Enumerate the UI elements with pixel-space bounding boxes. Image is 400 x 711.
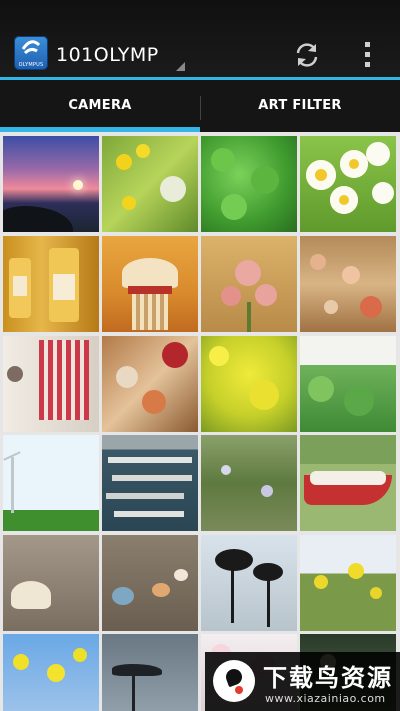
watermark-title: 下载鸟资源 bbox=[263, 664, 393, 692]
photo-thumbnail[interactable] bbox=[3, 634, 99, 711]
photo-thumbnail[interactable] bbox=[300, 435, 396, 531]
olympus-app-icon[interactable]: OLYMPUS bbox=[14, 36, 48, 70]
photo-thumbnail[interactable] bbox=[102, 535, 198, 631]
photo-thumbnail[interactable] bbox=[201, 236, 297, 332]
tab-divider bbox=[200, 96, 201, 120]
app-logo-text: OLYMPUS bbox=[18, 62, 44, 68]
photo-thumbnail[interactable] bbox=[3, 535, 99, 631]
photo-grid bbox=[0, 132, 400, 711]
photo-thumbnail[interactable] bbox=[102, 236, 198, 332]
photo-thumbnail[interactable] bbox=[3, 435, 99, 531]
refresh-icon[interactable] bbox=[292, 40, 322, 70]
photo-thumbnail[interactable] bbox=[300, 236, 396, 332]
photo-thumbnail[interactable] bbox=[300, 136, 396, 232]
folder-dropdown-indicator[interactable] bbox=[176, 62, 185, 71]
photo-thumbnail[interactable] bbox=[102, 634, 198, 711]
tab-camera[interactable]: CAMERA bbox=[0, 80, 200, 132]
tab-art-filter[interactable]: ART FILTER bbox=[200, 80, 400, 132]
photo-thumbnail[interactable] bbox=[102, 435, 198, 531]
photo-thumbnail[interactable] bbox=[201, 535, 297, 631]
photo-thumbnail[interactable] bbox=[3, 236, 99, 332]
photo-thumbnail[interactable] bbox=[102, 336, 198, 432]
photo-thumbnail[interactable] bbox=[201, 136, 297, 232]
bird-logo-icon bbox=[213, 660, 255, 702]
watermark-overlay: 下载鸟资源 www.xiazainiao.com bbox=[205, 652, 400, 711]
photo-thumbnail[interactable] bbox=[3, 136, 99, 232]
photo-thumbnail[interactable] bbox=[201, 336, 297, 432]
photo-thumbnail[interactable] bbox=[201, 435, 297, 531]
overflow-menu-icon[interactable] bbox=[360, 42, 374, 68]
app-logo-glyph bbox=[21, 40, 41, 55]
photo-thumbnail[interactable] bbox=[300, 535, 396, 631]
folder-title[interactable]: 101OLYMP bbox=[56, 44, 159, 66]
photo-thumbnail[interactable] bbox=[102, 136, 198, 232]
photo-thumbnail[interactable] bbox=[300, 336, 396, 432]
photo-thumbnail[interactable] bbox=[3, 336, 99, 432]
action-bar: OLYMPUS 101OLYMP bbox=[0, 0, 400, 80]
watermark-url: www.xiazainiao.com bbox=[265, 692, 386, 705]
